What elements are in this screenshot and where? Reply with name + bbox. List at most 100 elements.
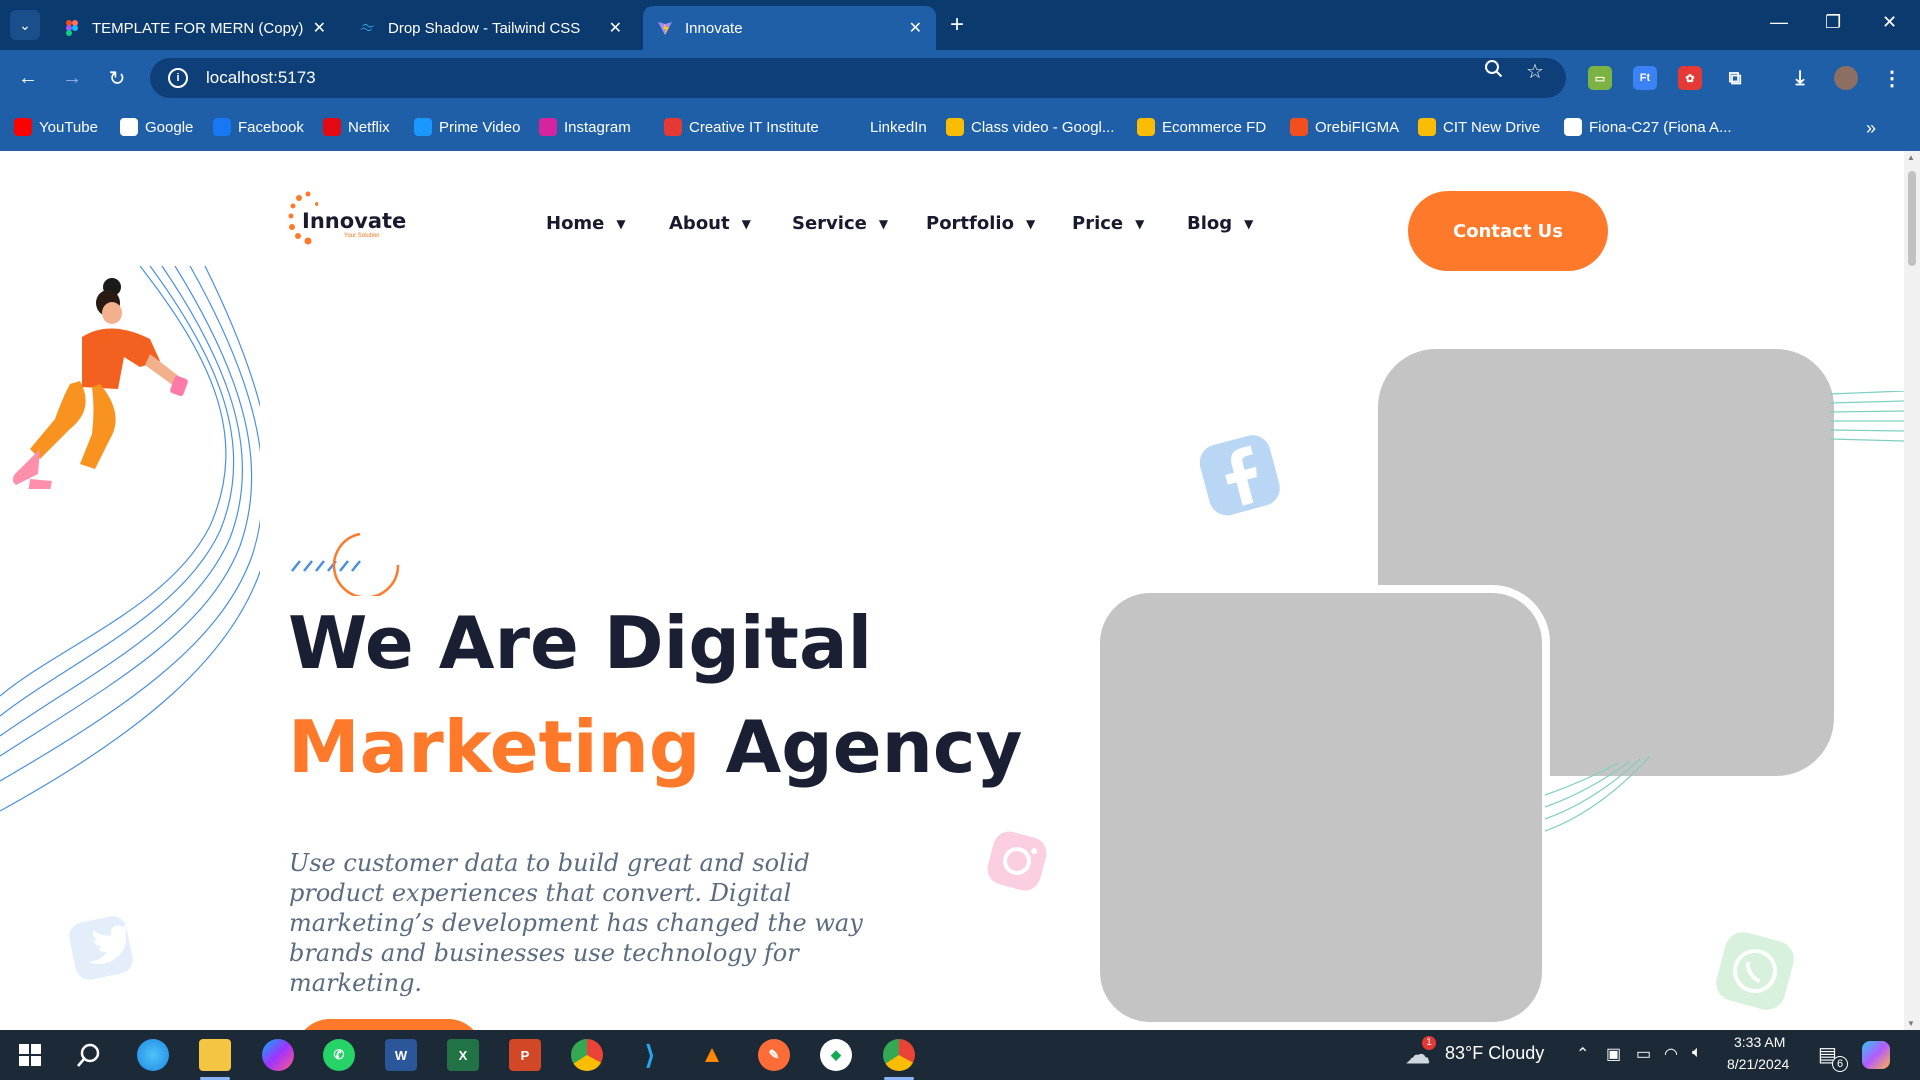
nav-price[interactable]: Price ▼ (1072, 213, 1144, 234)
bookmark-item[interactable]: Instagram (539, 118, 631, 136)
clock-date[interactable]: 8/21/2024 (1727, 1056, 1789, 1072)
site-info-icon[interactable]: i (168, 68, 188, 88)
github-icon (1564, 118, 1582, 136)
browser-menu-icon[interactable]: ⋮ (1880, 66, 1904, 90)
bookmark-item[interactable]: Fiona-C27 (Fiona A... (1564, 118, 1732, 136)
zoom-icon[interactable] (1484, 59, 1504, 84)
browser-tab[interactable]: Drop Shadow - Tailwind CSS ✕ (346, 6, 636, 50)
nav-service[interactable]: Service ▼ (792, 213, 888, 234)
profile-avatar[interactable] (1834, 66, 1858, 90)
chevron-down-icon: ▼ (741, 216, 751, 231)
scroll-down-icon[interactable]: ▼ (1907, 1019, 1915, 1028)
bookmark-item[interactable]: Google (120, 118, 193, 136)
camera-icon[interactable]: ▣ (1606, 1044, 1621, 1064)
bookmark-label: LinkedIn (870, 118, 927, 136)
bookmark-label: Creative IT Institute (689, 118, 819, 136)
close-tab-icon[interactable]: ✕ (313, 18, 326, 38)
volume-icon[interactable]: 🔈︎ (1692, 1044, 1702, 1062)
browser-tab-active[interactable]: Innovate ✕ (643, 6, 936, 50)
tray-chevron-icon[interactable]: ⌃ (1576, 1044, 1589, 1064)
nav-portfolio[interactable]: Portfolio ▼ (926, 213, 1035, 234)
extension-icon[interactable]: Ft (1633, 66, 1657, 90)
contact-us-button[interactable]: Contact Us (1408, 191, 1608, 271)
chevron-down-icon: ▼ (878, 216, 889, 231)
google-drive-icon (946, 118, 964, 136)
scrollbar-thumb[interactable] (1908, 171, 1916, 266)
weather-badge: 1 (1422, 1036, 1436, 1050)
bookmark-item[interactable]: Class video - Googl... (946, 118, 1114, 136)
browser-tab[interactable]: TEMPLATE FOR MERN (Copy) – ✕ (50, 6, 340, 50)
postman-icon[interactable]: ✎ (758, 1039, 790, 1071)
nav-label: About (669, 213, 730, 234)
battery-icon[interactable]: ▭ (1636, 1044, 1651, 1064)
search-icon[interactable] (73, 1039, 105, 1071)
nav-about[interactable]: About ▼ (669, 213, 751, 234)
bookmark-item[interactable]: CIT New Drive (1418, 118, 1540, 136)
excel-icon[interactable]: X (447, 1039, 479, 1071)
close-window-icon[interactable]: ✕ (1882, 12, 1897, 33)
logo-tagline: Your Solution (344, 233, 380, 239)
facebook-icon (1199, 435, 1280, 516)
bookmark-item[interactable]: YouTube (14, 118, 98, 136)
edge-icon[interactable] (137, 1039, 169, 1071)
tab-search-button[interactable]: ⌄ (10, 10, 40, 40)
hero-cta-button[interactable] (295, 1019, 483, 1030)
chrome-icon[interactable] (571, 1039, 603, 1071)
figma-icon (64, 20, 80, 36)
hero-heading-highlight: Marketing (288, 705, 701, 789)
whatsapp-app-icon[interactable]: ✆ (323, 1039, 355, 1071)
nav-home[interactable]: Home ▼ (546, 213, 626, 234)
weather-text[interactable]: 83°F Cloudy (1445, 1043, 1544, 1064)
bookmark-item[interactable]: Ecommerce FD (1137, 118, 1266, 136)
page-scrollbar[interactable]: ▲ ▼ (1904, 151, 1920, 1030)
forward-icon[interactable]: → (58, 64, 86, 92)
download-icon[interactable]: ⤓ (1788, 66, 1812, 90)
bookmark-item[interactable]: LinkedIn (845, 118, 927, 136)
chrome-profile-icon[interactable] (883, 1039, 915, 1071)
extension-icon[interactable]: ✿ (1678, 66, 1702, 90)
restore-icon[interactable]: ❐ (1825, 12, 1841, 33)
more-bookmarks-icon[interactable]: » (1866, 118, 1876, 139)
reload-icon[interactable]: ↻ (103, 64, 131, 92)
bookmark-item[interactable]: Creative IT Institute (664, 118, 819, 136)
bookmark-item[interactable]: Facebook (213, 118, 304, 136)
copilot-icon[interactable] (1862, 1041, 1890, 1069)
clock-time[interactable]: 3:33 AM (1734, 1034, 1785, 1050)
bookmark-star-icon[interactable]: ☆ (1526, 59, 1544, 84)
minimize-icon[interactable]: — (1770, 12, 1788, 33)
word-icon[interactable]: W (385, 1039, 417, 1071)
bookmark-item[interactable]: Prime Video (414, 118, 520, 136)
site-logo[interactable]: Innovate Your Solution (288, 189, 406, 254)
extension-icon[interactable]: ▭ (1588, 66, 1612, 90)
hero-heading-line2: Agency (700, 705, 1023, 789)
powerpoint-icon[interactable]: P (509, 1039, 541, 1071)
bookmark-item[interactable]: Netflix (323, 118, 390, 136)
wifi-icon[interactable]: ◠ (1664, 1044, 1678, 1064)
messenger-icon[interactable] (262, 1039, 294, 1071)
bookmark-label: YouTube (39, 118, 98, 136)
bookmark-label: Class video - Googl... (971, 118, 1115, 136)
scroll-up-icon[interactable]: ▲ (1907, 153, 1915, 162)
bookmark-label: Google (145, 118, 194, 136)
netflix-icon (323, 118, 341, 136)
vlc-icon[interactable]: ▲ (696, 1039, 728, 1071)
right-lines-decoration (1829, 391, 1904, 442)
creative-it-icon (664, 118, 682, 136)
file-explorer-icon[interactable] (199, 1039, 231, 1071)
youtube-icon (14, 118, 32, 136)
address-bar[interactable]: i localhost:5173 (150, 58, 1566, 98)
mongodb-compass-icon[interactable]: ◆ (820, 1039, 852, 1071)
vscode-icon[interactable]: ⟩ (634, 1039, 666, 1071)
bookmark-label: Prime Video (439, 118, 521, 136)
vite-icon (657, 20, 673, 36)
chevron-down-icon: ▼ (1135, 216, 1145, 231)
extensions-puzzle-icon[interactable]: ⧉ (1723, 66, 1747, 90)
back-icon[interactable]: ← (14, 64, 42, 92)
nav-blog[interactable]: Blog ▼ (1187, 213, 1253, 234)
hero-image-front (1092, 585, 1550, 1030)
windows-start-icon[interactable] (14, 1039, 46, 1071)
close-tab-icon[interactable]: ✕ (909, 18, 922, 38)
bookmark-item[interactable]: OrebiFIGMA (1290, 118, 1399, 136)
close-tab-icon[interactable]: ✕ (609, 18, 622, 38)
new-tab-button[interactable]: + (950, 12, 964, 38)
